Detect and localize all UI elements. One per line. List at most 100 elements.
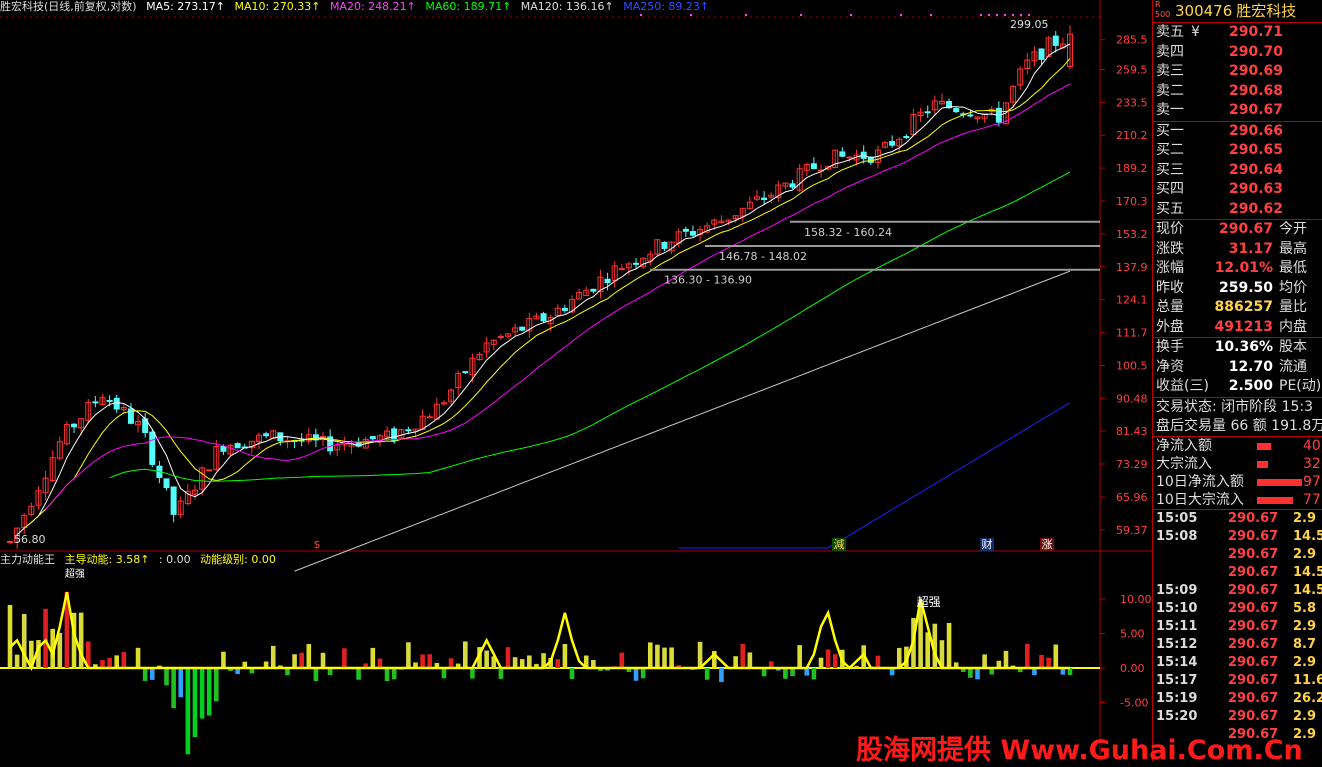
candle-body [889,141,896,146]
tick-list[interactable]: 15:05 290.67 2.9 15:08 290.67 14.5 290.67 2.9 29… [1153,510,1322,744]
tick-price: 290.67 [1228,510,1279,526]
ma10-label: MA10: 270.33↑ [234,0,321,13]
tick-row: 15:20 290.67 2.9 [1153,708,1322,726]
indicator-bar [1053,644,1059,668]
indicator-bar [875,655,881,668]
indicator-title[interactable]: 主力动能王 [0,553,55,566]
sell-orders: 卖五 290.71 ¥ 卖四 290.70 卖三 290.69 卖二 290.68 卖一 290.6… [1153,23,1322,122]
sell-row[interactable]: 卖四 290.70 [1153,43,1322,63]
panel-header: R 500 300476 胜宏科技 [1153,0,1322,23]
buy-row[interactable]: 买三 290.64 [1153,161,1322,181]
sell-row[interactable]: 卖五 290.71 ¥ [1153,23,1322,43]
tick-price: 290.67 [1228,564,1279,580]
candle-body [761,197,768,201]
indicator-axis-label: -5.00 [1120,697,1148,710]
trade-status: 交易状态: 闭市阶段 15:3 盘后交易量 66 额 191.8万 [1153,398,1322,437]
indicator-main: 主导动能: 3.58↑ [64,553,150,566]
trade-status-line2: 盘后交易量 66 额 191.8万 [1156,417,1322,434]
flow-value: 97. [1303,473,1322,490]
buy-row[interactable]: 买二 290.65 [1153,141,1322,161]
indicator-bar [470,668,475,679]
candle-body [92,401,99,404]
indicator-bar [178,668,184,698]
buy-label: 买一 [1156,122,1184,139]
indicator-bar [975,668,980,680]
candle-body [682,228,689,232]
candle-body [170,486,177,515]
candle-body [163,478,170,489]
indicator-level: 动能级别: 0.00 [200,553,276,566]
indicator-bar [811,668,817,680]
candle-body [113,397,120,410]
quote-label: 涨跌 [1156,240,1184,257]
sell-row[interactable]: 卖二 290.68 [1153,82,1322,102]
indicator-bar [377,658,383,668]
sell-price: 290.68 [1229,82,1284,99]
quote-row: 总量 886257 量比 [1153,298,1322,318]
tick-time: 15:14 [1156,654,1198,670]
buy-price: 290.62 [1229,200,1284,217]
price-axis-label: 189.2 [1116,162,1148,175]
buy-row[interactable]: 买一 290.66 [1153,122,1322,142]
indicator-bar [619,652,625,668]
signal-dot [996,14,998,16]
kline-chart[interactable]: 285.5 259.5 233.5 210.2 189.2 170.3 153.2 137.9… [0,0,1152,761]
sell-row[interactable]: 卖一 290.67 [1153,101,1322,121]
sell-row[interactable]: 卖三 290.69 [1153,62,1322,82]
indicator-bar [512,657,518,668]
quote-value: 12.70 [1228,358,1273,375]
marker-cai[interactable]: 财 [980,538,994,551]
indicator-bar [391,668,397,680]
candle-body [234,443,241,449]
quote-value: 2.500 [1228,378,1273,394]
signal-dot [745,14,747,16]
sell-price: 290.69 [1229,63,1284,79]
indicator-zero: : 0.00 [158,553,191,566]
quote-right-label: 今开 [1279,221,1307,237]
marker-zhang[interactable]: 涨 [1040,538,1054,551]
quote-right-label: 最高 [1279,240,1307,257]
marker-s[interactable]: $ [310,538,324,551]
candle-body [633,262,640,265]
price-axis-label: 153.2 [1116,228,1148,241]
indicator-bar [747,652,753,668]
ma120-line [294,270,1071,572]
indicator-bar [719,668,724,683]
candle-body [810,163,817,170]
tick-time: 15:10 [1156,600,1198,616]
watermark: 股海网提供 Www.Guhai.Com.Cn [856,735,1303,766]
candle-body [263,433,270,437]
buy-row[interactable]: 买五 290.62 [1153,200,1322,220]
chart-header: 胜宏科技(日线,前复权,对数) MA5: 273.17↑ MA10: 270.3… [0,0,715,14]
buy-label: 买三 [1156,161,1184,178]
flow-value: 40. [1303,437,1322,454]
indicator-bar [783,668,788,679]
indicator-bar [7,604,13,668]
indicator-bar [562,643,568,668]
signal-dot [980,14,982,16]
tick-row: 15:08 290.67 14.5 [1153,528,1322,546]
stock-code: 300476 [1175,2,1233,20]
marker-jian[interactable]: 減 [832,538,846,551]
candle-body [540,313,547,322]
price-axis-label: 210.2 [1116,129,1148,142]
tick-row: 15:12 290.67 8.7 [1153,636,1322,654]
tick-price: 290.67 [1228,600,1279,616]
capital-flows: 净流入额 40. 大宗流入 32. 10日净流入额 97. 10日大宗流入 77. [1153,437,1322,510]
ma5-label: MA5: 273.17↑ [146,0,226,13]
buy-row[interactable]: 买四 290.63 [1153,180,1322,200]
quote-row: 收益(三) 2.500 PE(动) [1153,377,1322,397]
sell-label: 卖四 [1156,43,1184,60]
quote-label: 涨幅 [1156,260,1184,276]
quote-row: 涨幅 12.01% 最低 [1153,259,1322,279]
support-zone-label: 136.30 - 136.90 [664,274,752,287]
indicator-bar [1025,643,1030,668]
indicator-bar [206,668,212,716]
quote-right-label: 内盘 [1279,318,1307,335]
quote-row: 外盘 491213 内盘 [1153,318,1322,338]
quote-right-label: 最低 [1279,260,1307,276]
indicator-bar [199,668,205,719]
candle-body [106,399,113,402]
price-axis-label: 170.3 [1116,195,1148,208]
indicator-bar [427,654,433,668]
